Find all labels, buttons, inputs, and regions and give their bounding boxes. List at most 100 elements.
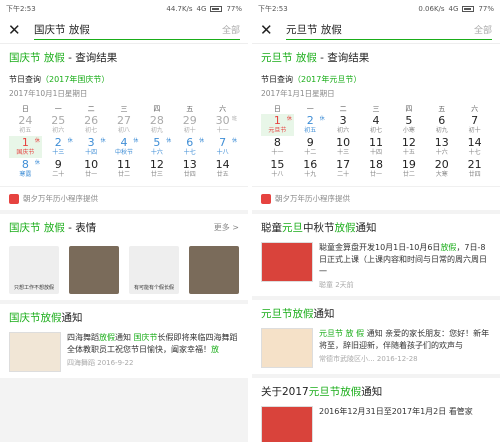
day-badge: 休 bbox=[34, 160, 40, 166]
result-title[interactable]: 元旦节 放假 - 查询结果 bbox=[261, 50, 491, 66]
calendar-day[interactable]: 1 国庆节休 bbox=[9, 136, 42, 158]
day-number: 7 bbox=[471, 114, 479, 127]
day-number: 17 bbox=[336, 158, 351, 171]
lunar-label: 廿四 bbox=[468, 171, 481, 178]
calendar-day[interactable]: 7 十八休 bbox=[206, 136, 239, 158]
holiday-card: 元旦节 放假 - 查询结果 节日查询（2017年元旦节） 2017年1月1日星期… bbox=[252, 44, 500, 186]
calendar-day[interactable]: 27 初八 bbox=[108, 114, 141, 136]
status-time: 下午2:53 bbox=[6, 4, 36, 13]
article-title[interactable]: 聪童元旦中秋节放假通知 bbox=[261, 220, 491, 236]
article-body: 四海舞蹈放假通知 国庆节长假即将来临四海舞蹈全体教职员工祝您节日愉快，阖家幸福！… bbox=[9, 332, 239, 372]
calendar-day[interactable]: 17 二十 bbox=[327, 158, 360, 180]
calendar-day[interactable]: 26 初七 bbox=[75, 114, 108, 136]
calendar-day[interactable]: 30 十一班 bbox=[206, 114, 239, 136]
calendar-day[interactable]: 8 十一 bbox=[261, 136, 294, 158]
calendar-day[interactable]: 28 初九 bbox=[140, 114, 173, 136]
calendar-week: 1 元旦节休 2 初五休 3 初六 4 初七 5 小寒 6 初九 7 初十 bbox=[261, 114, 491, 136]
day-number: 5 bbox=[405, 114, 413, 127]
calendar-day[interactable]: 9 十二 bbox=[294, 136, 327, 158]
calendar-day[interactable]: 21 廿四 bbox=[458, 158, 491, 180]
article-title[interactable]: 国庆节放假通知 bbox=[9, 310, 239, 326]
calendar-day[interactable]: 3 十四休 bbox=[75, 136, 108, 158]
calendar-day[interactable]: 5 十六休 bbox=[140, 136, 173, 158]
search-query[interactable]: 国庆节 放假 bbox=[34, 22, 90, 37]
sticker-3[interactable]: 有可能有个假长假 bbox=[129, 246, 179, 294]
battery-icon bbox=[462, 5, 475, 12]
right-screen: 下午2:53 0.06K/s 4G 77% ✕ 元旦节 放假 全部 元旦节 放假… bbox=[252, 0, 500, 442]
provider-row[interactable]: 朝夕万年历小程序提供 bbox=[0, 186, 248, 210]
calendar-day[interactable]: 2 初五休 bbox=[294, 114, 327, 136]
calendar-week: 15 十八 16 十九 17 二十 18 廿一 19 廿二 20 大寒 21 廿四 bbox=[261, 158, 491, 180]
calendar-day[interactable]: 7 初十 bbox=[458, 114, 491, 136]
calendar-day[interactable]: 14 廿五 bbox=[206, 158, 239, 180]
lunar-label: 廿四 bbox=[183, 171, 196, 178]
search-input[interactable]: 元旦节 放假 全部 bbox=[286, 20, 492, 40]
calendar-day[interactable]: 2 十三休 bbox=[42, 136, 75, 158]
calendar-day[interactable]: 13 十六 bbox=[425, 136, 458, 158]
lunar-label: 廿三 bbox=[150, 171, 163, 178]
day-number: 25 bbox=[51, 114, 66, 127]
close-icon[interactable]: ✕ bbox=[260, 22, 278, 38]
calendar-grid: 24 初五 25 初六 26 初七 27 初八 28 初九 29 初十 30 十一班 1 国庆节休 2 十三休 3 十… bbox=[9, 114, 239, 180]
calendar-day[interactable]: 16 十九 bbox=[294, 158, 327, 180]
calendar-day[interactable]: 8 寒露休 bbox=[9, 158, 42, 180]
calendar-day[interactable]: 4 中秋节休 bbox=[108, 136, 141, 158]
day-number: 28 bbox=[149, 114, 164, 127]
calendar-day[interactable]: 3 初六 bbox=[327, 114, 360, 136]
article-card-3[interactable]: 关于2017元旦节放假通知 2016年12月31日至2017年1月2日 看管家 bbox=[252, 378, 500, 442]
day-number: 11 bbox=[369, 136, 383, 149]
emoji-title[interactable]: 国庆节 放假 - 表情 更多 > bbox=[9, 220, 239, 236]
calendar-day[interactable]: 10 十三 bbox=[327, 136, 360, 158]
sticker-1[interactable]: 只想工作不想放假 bbox=[9, 246, 59, 294]
calendar-day[interactable]: 29 初十 bbox=[173, 114, 206, 136]
day-badge: 休 bbox=[34, 138, 40, 144]
day-badge: 休 bbox=[166, 138, 172, 144]
calendar-day[interactable]: 11 廿二 bbox=[108, 158, 141, 180]
calendar-day[interactable]: 24 初五 bbox=[9, 114, 42, 136]
calendar-day[interactable]: 5 小寒 bbox=[392, 114, 425, 136]
calendar-day[interactable]: 10 廿一 bbox=[75, 158, 108, 180]
calendar-day[interactable]: 6 初九 bbox=[425, 114, 458, 136]
calendar-day[interactable]: 14 十七 bbox=[458, 136, 491, 158]
calendar-day[interactable]: 20 大寒 bbox=[425, 158, 458, 180]
calendar-day[interactable]: 12 廿三 bbox=[140, 158, 173, 180]
article-card-2[interactable]: 元旦节放假通知 元旦节 放 假 通知 亲爱的家长朋友：您好！新年将至，辞旧迎新，… bbox=[252, 300, 500, 374]
sticker-4[interactable] bbox=[189, 246, 239, 294]
day-number: 13 bbox=[182, 158, 197, 171]
calendar-week: 8 十一 9 十二 10 十三 11 十四 12 十五 13 十六 14 十七 bbox=[261, 136, 491, 158]
calendar-day[interactable]: 4 初七 bbox=[360, 114, 393, 136]
calendar-day[interactable]: 18 廿一 bbox=[360, 158, 393, 180]
day-badge: 休 bbox=[67, 138, 73, 144]
calendar-day[interactable]: 25 初六 bbox=[42, 114, 75, 136]
calendar-day[interactable]: 15 十八 bbox=[261, 158, 294, 180]
lunar-label: 廿五 bbox=[216, 171, 229, 178]
day-badge: 休 bbox=[199, 138, 205, 144]
signal-label: 4G bbox=[196, 4, 207, 13]
article-card-1[interactable]: 聪童元旦中秋节放假通知 聪童金算盘开发10月1日-10月6日放假，7日-8日正式… bbox=[252, 214, 500, 296]
article-card[interactable]: 国庆节放假通知 四海舞蹈放假通知 国庆节长假即将来临四海舞蹈全体教职员工祝您节日… bbox=[0, 304, 248, 378]
calendar-day[interactable]: 9 二十 bbox=[42, 158, 75, 180]
status-bar: 下午2:53 44.7K/s 4G 77% bbox=[0, 0, 248, 17]
close-icon[interactable]: ✕ bbox=[8, 22, 26, 38]
lunar-label: 十四 bbox=[370, 149, 383, 156]
article-title[interactable]: 关于2017元旦节放假通知 bbox=[261, 384, 491, 400]
calendar-day[interactable]: 19 廿二 bbox=[392, 158, 425, 180]
calendar-day[interactable]: 13 廿四 bbox=[173, 158, 206, 180]
more-link[interactable]: 更多 > bbox=[214, 220, 239, 236]
calendar-day[interactable]: 1 元旦节休 bbox=[261, 114, 294, 136]
search-query[interactable]: 元旦节 放假 bbox=[286, 22, 342, 37]
sticker-2[interactable] bbox=[69, 246, 119, 294]
article-thumbnail bbox=[261, 328, 313, 368]
provider-row[interactable]: 朝夕万年历小程序提供 bbox=[252, 186, 500, 210]
weekday-label: 六 bbox=[219, 105, 227, 113]
result-title[interactable]: 国庆节 放假 - 查询结果 bbox=[9, 50, 239, 66]
search-scope[interactable]: 全部 bbox=[474, 23, 492, 36]
search-scope[interactable]: 全部 bbox=[222, 23, 240, 36]
article-title[interactable]: 元旦节放假通知 bbox=[261, 306, 491, 322]
calendar-day[interactable]: 6 十七休 bbox=[173, 136, 206, 158]
calendar-day[interactable]: 12 十五 bbox=[392, 136, 425, 158]
search-input[interactable]: 国庆节 放假 全部 bbox=[34, 20, 240, 40]
day-number: 11 bbox=[117, 158, 131, 171]
article-body: 聪童金算盘开发10月1日-10月6日放假，7日-8日正式上课（上课内容和时间与日… bbox=[261, 242, 491, 290]
calendar-day[interactable]: 11 十四 bbox=[360, 136, 393, 158]
